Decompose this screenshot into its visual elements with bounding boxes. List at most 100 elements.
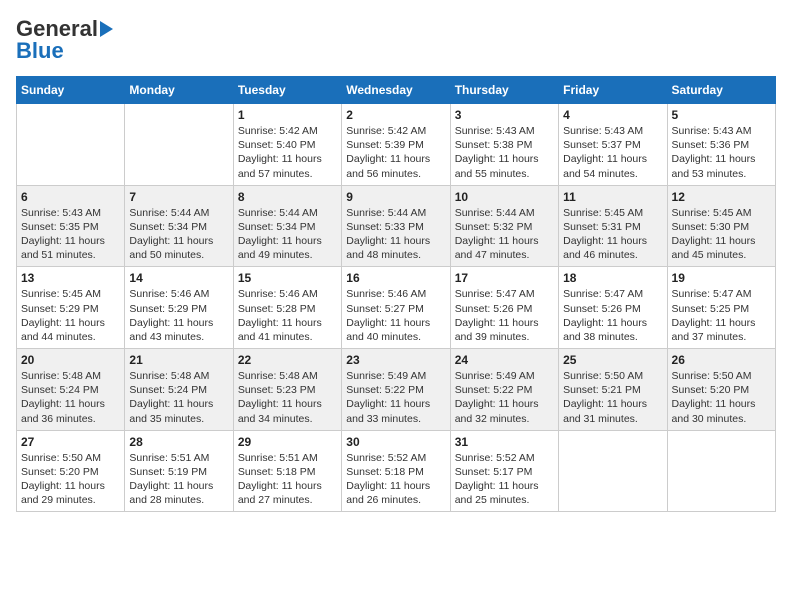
calendar-cell [125, 104, 233, 186]
day-info-line: Sunrise: 5:47 AM [455, 288, 535, 300]
calendar-cell: 14Sunrise: 5:46 AMSunset: 5:29 PMDayligh… [125, 267, 233, 349]
calendar-cell: 1 Sunrise: 5:42 AMSunset: 5:40 PMDaylight… [233, 104, 341, 186]
day-info-line: Daylight: 11 hours and 30 minutes. [672, 398, 756, 424]
day-info-line: Daylight: 11 hours and 28 minutes. [129, 480, 213, 506]
day-info-line: Daylight: 11 hours and 51 minutes. [21, 235, 105, 261]
day-number: 21 [129, 353, 228, 367]
day-info-line: Sunrise: 5:49 AM [455, 370, 535, 382]
logo: General Blue [16, 16, 115, 64]
calendar-cell: 26Sunrise: 5:50 AMSunset: 5:20 PMDayligh… [667, 349, 775, 431]
day-info-line: Sunrise: 5:44 AM [346, 207, 426, 219]
day-info-line: Daylight: 11 hours and 27 minutes. [238, 480, 322, 506]
calendar-cell: 30Sunrise: 5:52 AMSunset: 5:18 PMDayligh… [342, 430, 450, 512]
day-info-line: Sunset: 5:24 PM [21, 384, 99, 396]
day-info-line: Sunrise: 5:50 AM [21, 452, 101, 464]
day-info: Sunrise: 5:51 AMSunset: 5:18 PMDaylight:… [238, 451, 337, 508]
day-number: 1 [238, 108, 337, 122]
day-info-line: Sunset: 5:39 PM [346, 139, 424, 151]
day-info: Sunrise: 5:48 AMSunset: 5:24 PMDaylight:… [21, 369, 120, 426]
calendar-cell: 20 Sunrise: 5:48 AMSunset: 5:24 PMDayligh… [17, 349, 125, 431]
day-info-line: Sunset: 5:18 PM [238, 466, 316, 478]
calendar-cell: 15Sunrise: 5:46 AMSunset: 5:28 PMDayligh… [233, 267, 341, 349]
day-info: Sunrise: 5:42 AMSunset: 5:40 PMDaylight:… [238, 124, 337, 181]
column-header-saturday: Saturday [667, 77, 775, 104]
day-info: Sunrise: 5:43 AMSunset: 5:36 PMDaylight:… [672, 124, 771, 181]
day-info-line: Sunrise: 5:50 AM [563, 370, 643, 382]
day-info: Sunrise: 5:49 AMSunset: 5:22 PMDaylight:… [455, 369, 554, 426]
calendar-week-row: 20 Sunrise: 5:48 AMSunset: 5:24 PMDayligh… [17, 349, 776, 431]
day-number: 11 [563, 190, 662, 204]
day-info-line: Sunset: 5:37 PM [563, 139, 641, 151]
day-info-line: Daylight: 11 hours and 39 minutes. [455, 317, 539, 343]
day-info: Sunrise: 5:50 AMSunset: 5:21 PMDaylight:… [563, 369, 662, 426]
day-info-line: Daylight: 11 hours and 37 minutes. [672, 317, 756, 343]
day-info-line: Daylight: 11 hours and 53 minutes. [672, 153, 756, 179]
day-info-line: Sunrise: 5:46 AM [129, 288, 209, 300]
day-number: 26 [672, 353, 771, 367]
calendar-cell: 28Sunrise: 5:51 AMSunset: 5:19 PMDayligh… [125, 430, 233, 512]
day-info: Sunrise: 5:47 AMSunset: 5:26 PMDaylight:… [455, 287, 554, 344]
calendar-cell: 8 Sunrise: 5:44 AMSunset: 5:34 PMDaylight… [233, 185, 341, 267]
day-number: 5 [672, 108, 771, 122]
day-number: 27 [21, 435, 120, 449]
calendar-week-row: 27Sunrise: 5:50 AMSunset: 5:20 PMDayligh… [17, 430, 776, 512]
day-number: 31 [455, 435, 554, 449]
day-number: 29 [238, 435, 337, 449]
column-header-thursday: Thursday [450, 77, 558, 104]
day-info: Sunrise: 5:47 AMSunset: 5:26 PMDaylight:… [563, 287, 662, 344]
calendar-cell: 12Sunrise: 5:45 AMSunset: 5:30 PMDayligh… [667, 185, 775, 267]
day-number: 24 [455, 353, 554, 367]
day-info: Sunrise: 5:48 AMSunset: 5:23 PMDaylight:… [238, 369, 337, 426]
day-info-line: Sunset: 5:21 PM [563, 384, 641, 396]
day-info-line: Sunset: 5:34 PM [238, 221, 316, 233]
day-info-line: Sunset: 5:27 PM [346, 303, 424, 315]
calendar-cell: 24 Sunrise: 5:49 AMSunset: 5:22 PMDayligh… [450, 349, 558, 431]
day-number: 18 [563, 271, 662, 285]
day-info-line: Sunset: 5:33 PM [346, 221, 424, 233]
day-info: Sunrise: 5:45 AMSunset: 5:31 PMDaylight:… [563, 206, 662, 263]
day-info-line: Sunset: 5:22 PM [346, 384, 424, 396]
calendar-cell: 23Sunrise: 5:49 AMSunset: 5:22 PMDayligh… [342, 349, 450, 431]
day-number: 4 [563, 108, 662, 122]
calendar-cell: 9Sunrise: 5:44 AMSunset: 5:33 PMDaylight… [342, 185, 450, 267]
day-info-line: Daylight: 11 hours and 25 minutes. [455, 480, 539, 506]
day-number: 20 [21, 353, 120, 367]
day-info: Sunrise: 5:46 AMSunset: 5:27 PMDaylight:… [346, 287, 445, 344]
day-number: 7 [129, 190, 228, 204]
day-info: Sunrise: 5:49 AMSunset: 5:22 PMDaylight:… [346, 369, 445, 426]
day-info-line: Daylight: 11 hours and 35 minutes. [129, 398, 213, 424]
day-number: 22 [238, 353, 337, 367]
day-info-line: Sunrise: 5:44 AM [129, 207, 209, 219]
day-info-line: Sunrise: 5:49 AM [346, 370, 426, 382]
column-header-tuesday: Tuesday [233, 77, 341, 104]
day-info: Sunrise: 5:48 AMSunset: 5:24 PMDaylight:… [129, 369, 228, 426]
day-info: Sunrise: 5:52 AMSunset: 5:17 PMDaylight:… [455, 451, 554, 508]
day-number: 3 [455, 108, 554, 122]
day-info-line: Daylight: 11 hours and 49 minutes. [238, 235, 322, 261]
day-info-line: Sunset: 5:24 PM [129, 384, 207, 396]
day-number: 23 [346, 353, 445, 367]
day-info-line: Sunset: 5:38 PM [455, 139, 533, 151]
column-header-friday: Friday [559, 77, 667, 104]
day-number: 8 [238, 190, 337, 204]
calendar-cell: 21 Sunrise: 5:48 AMSunset: 5:24 PMDayligh… [125, 349, 233, 431]
day-info-line: Sunrise: 5:43 AM [672, 125, 752, 137]
day-info-line: Sunset: 5:34 PM [129, 221, 207, 233]
day-number: 2 [346, 108, 445, 122]
day-info-line: Sunset: 5:28 PM [238, 303, 316, 315]
calendar-cell [667, 430, 775, 512]
column-header-sunday: Sunday [17, 77, 125, 104]
day-info: Sunrise: 5:42 AMSunset: 5:39 PMDaylight:… [346, 124, 445, 181]
day-info: Sunrise: 5:44 AMSunset: 5:34 PMDaylight:… [238, 206, 337, 263]
day-info-line: Sunset: 5:17 PM [455, 466, 533, 478]
column-header-monday: Monday [125, 77, 233, 104]
calendar-cell: 3Sunrise: 5:43 AMSunset: 5:38 PMDaylight… [450, 104, 558, 186]
day-info-line: Daylight: 11 hours and 41 minutes. [238, 317, 322, 343]
day-info-line: Sunrise: 5:43 AM [21, 207, 101, 219]
day-number: 10 [455, 190, 554, 204]
day-info-line: Daylight: 11 hours and 38 minutes. [563, 317, 647, 343]
calendar-cell [17, 104, 125, 186]
day-info-line: Daylight: 11 hours and 26 minutes. [346, 480, 430, 506]
day-info-line: Sunset: 5:23 PM [238, 384, 316, 396]
logo-arrow-icon [100, 21, 113, 37]
